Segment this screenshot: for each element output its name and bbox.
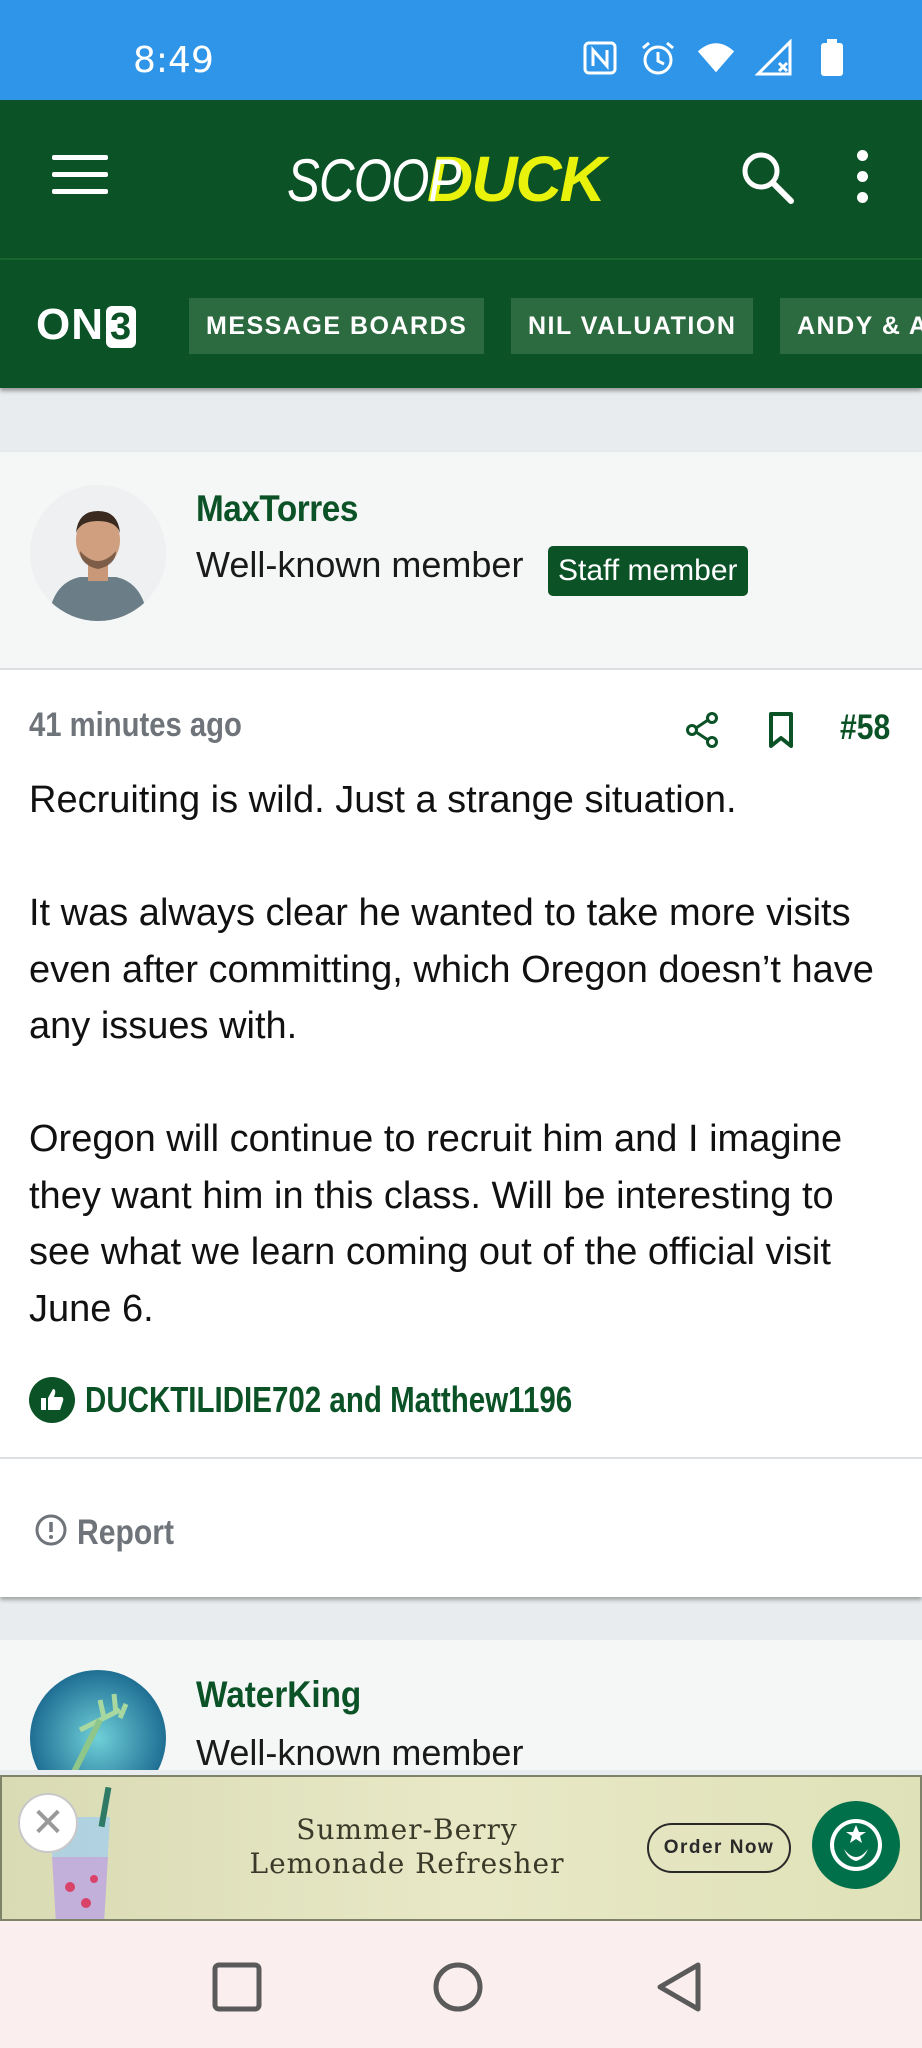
user-title: Well-known member xyxy=(196,544,524,585)
starbucks-logo-icon xyxy=(812,1801,900,1889)
post-author-name[interactable]: WaterKing xyxy=(196,1674,361,1716)
divider xyxy=(0,1457,922,1459)
post-number-link[interactable]: #58 xyxy=(840,708,890,748)
ad-order-now-button[interactable]: Order Now xyxy=(647,1823,791,1873)
user-title: Well-known member xyxy=(196,1732,524,1770)
post-timestamp[interactable]: 41 minutes ago xyxy=(29,706,242,745)
wifi-icon xyxy=(696,38,736,78)
report-button[interactable]: Report xyxy=(33,1512,190,1553)
search-icon[interactable] xyxy=(738,148,796,206)
nfc-icon xyxy=(580,38,620,78)
staff-badge: Staff member xyxy=(548,546,748,596)
ad-line-2: Lemonade Refresher xyxy=(249,1847,565,1880)
post-paragraph: Oregon will continue to recruit him and … xyxy=(29,1118,843,1330)
post-card: MaxTorres Well-known member Staff member… xyxy=(0,452,922,1597)
nav-item-andy[interactable]: ANDY & A xyxy=(780,298,922,354)
status-icons xyxy=(580,38,852,78)
battery-icon xyxy=(812,38,852,78)
post-author-header: MaxTorres Well-known member Staff member xyxy=(0,452,922,670)
back-icon[interactable] xyxy=(652,1959,708,2015)
logo-scoop-text: SCOOP xyxy=(287,147,461,214)
signal-icon xyxy=(754,38,794,78)
next-post-card: WaterKing Well-known member xyxy=(0,1640,922,1770)
site-logo[interactable]: SCOOP DUCK xyxy=(287,142,606,215)
hamburger-icon[interactable] xyxy=(52,155,108,199)
status-time: 8:49 xyxy=(133,40,214,81)
ad-banner[interactable]: ✕ Summer-Berry Lemonade Refresher Order … xyxy=(0,1775,922,1921)
recents-icon[interactable] xyxy=(209,1959,265,2015)
on3-logo[interactable]: ON 3 xyxy=(36,300,137,350)
nav-item-nil-valuation[interactable]: NIL VALUATION xyxy=(511,298,754,354)
nav-item-message-boards[interactable]: MESSAGE BOARDS xyxy=(189,298,485,354)
reaction-users[interactable]: DUCKTILIDIE702 and Matthew1196 xyxy=(85,1379,572,1421)
alert-circle-icon xyxy=(33,1512,69,1553)
ad-line-1: Summer-Berry xyxy=(296,1813,518,1846)
reactions-bar: DUCKTILIDIE702 and Matthew1196 xyxy=(29,1377,679,1423)
avatar[interactable] xyxy=(30,1670,166,1770)
system-nav-bar xyxy=(0,1921,922,2048)
post-paragraph: It was always clear he wanted to take mo… xyxy=(29,892,874,1047)
share-icon[interactable] xyxy=(682,710,722,750)
home-icon[interactable] xyxy=(430,1959,486,2015)
report-label: Report xyxy=(77,1512,174,1552)
post-paragraph: Recruiting is wild. Just a strange situa… xyxy=(29,779,737,821)
ad-headline: Summer-Berry Lemonade Refresher xyxy=(232,1813,582,1881)
post-body: Recruiting is wild. Just a strange situa… xyxy=(29,772,899,1337)
bookmark-icon[interactable] xyxy=(763,710,799,750)
alarm-icon xyxy=(638,38,678,78)
post-author-name[interactable]: MaxTorres xyxy=(196,488,358,530)
status-bar: 8:49 xyxy=(0,0,922,100)
more-vertical-icon[interactable] xyxy=(848,150,876,206)
section-nav: ON 3 MESSAGE BOARDS NIL VALUATION ANDY & … xyxy=(0,258,922,388)
thumbs-up-icon xyxy=(29,1377,75,1423)
ad-close-button[interactable]: ✕ xyxy=(18,1793,78,1853)
avatar[interactable] xyxy=(30,485,166,621)
app-header: SCOOP DUCK xyxy=(0,100,922,258)
